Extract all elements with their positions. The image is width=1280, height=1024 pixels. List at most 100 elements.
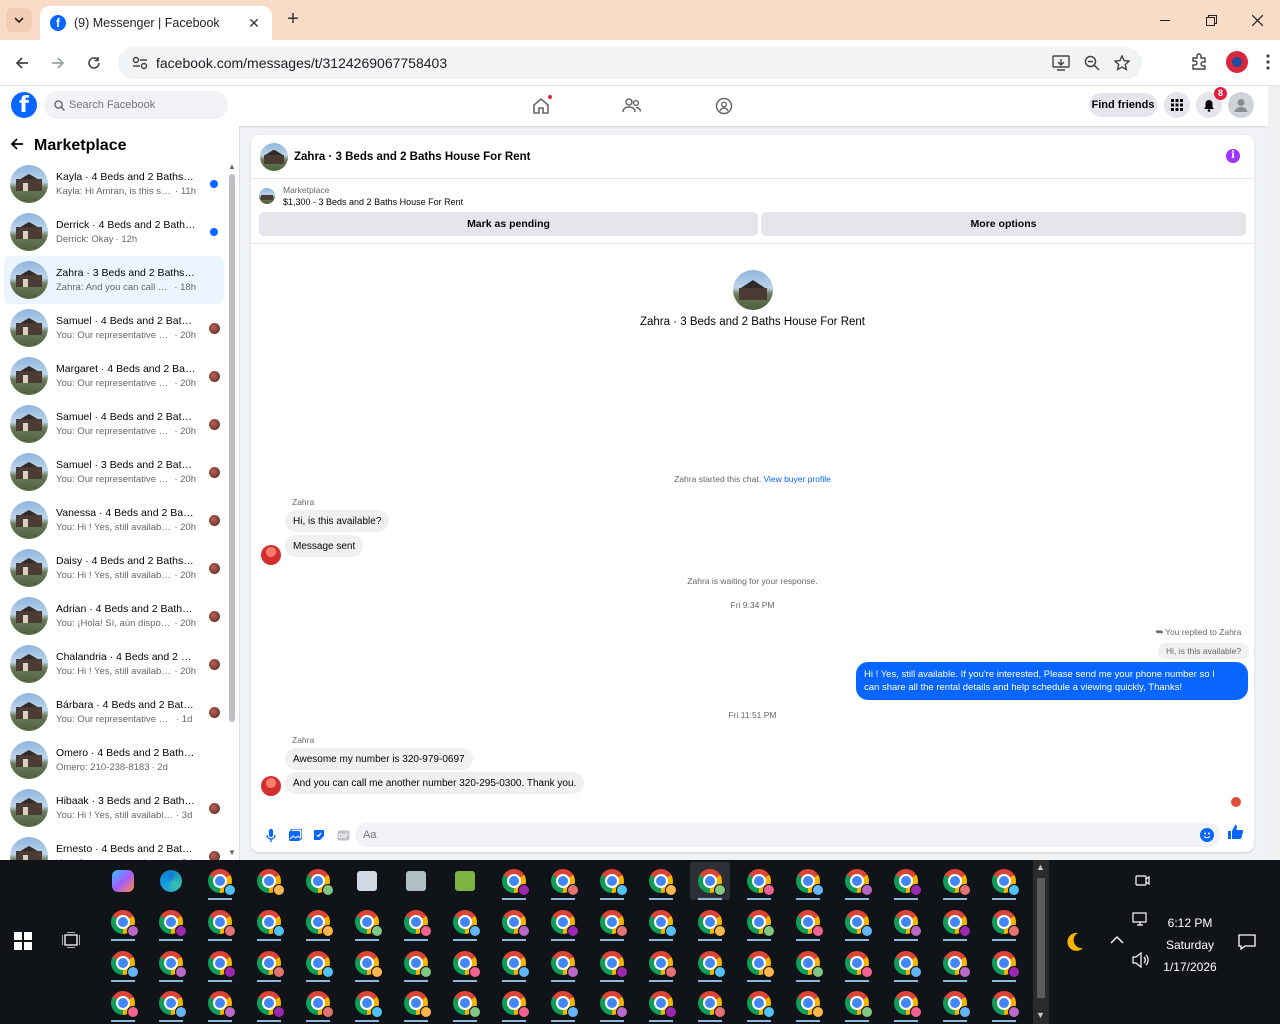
url-text[interactable]: facebook.com/messages/t/3124269067758403: [154, 55, 1052, 71]
listing-summary[interactable]: Marketplace $1,300 - 3 Beds and 2 Baths …: [259, 185, 463, 207]
chrome-profile-app-icon[interactable]: [347, 903, 387, 941]
new-tab-button[interactable]: +: [282, 8, 304, 30]
chrome-profile-app-icon[interactable]: [690, 984, 730, 1022]
network-icon[interactable]: [1132, 912, 1150, 931]
like-button[interactable]: [1228, 825, 1244, 842]
chrome-profile-app-icon[interactable]: [592, 984, 632, 1022]
chrome-profile-app-icon[interactable]: [396, 944, 436, 982]
weather-moon-icon[interactable]: [1062, 930, 1086, 957]
taskbar-scrollbar[interactable]: ▲ ▼: [1033, 860, 1049, 1024]
extensions-puzzle-icon[interactable]: [1190, 53, 1208, 71]
conversation-item[interactable]: Daisy · 4 Beds and 2 Baths H... You: Hi !…: [4, 544, 224, 592]
message-bubble[interactable]: Awesome my number is 320-979-0697: [285, 748, 473, 770]
conversation-item[interactable]: Derrick · 4 Beds and 2 Baths ... Derrick:…: [4, 208, 224, 256]
attach-media-button[interactable]: [283, 825, 307, 845]
notifications-button[interactable]: 8: [1196, 87, 1227, 118]
chrome-profile-app-icon[interactable]: [984, 903, 1024, 941]
chrome-profile-app-icon[interactable]: [200, 944, 240, 982]
conversation-item[interactable]: Bárbara · 4 Beds and 2 Baths... You: Our …: [4, 688, 224, 736]
chrome-profile-app-icon[interactable]: [494, 862, 534, 900]
chrome-profile-app-icon[interactable]: [837, 903, 877, 941]
chrome-profile-app-icon[interactable]: [690, 944, 730, 982]
chrome-profile-app-icon[interactable]: [151, 903, 191, 941]
chrome-profile-app-icon[interactable]: [543, 862, 583, 900]
chrome-profile-app-icon[interactable]: [788, 944, 828, 982]
chrome-profile-app-icon[interactable]: [151, 984, 191, 1022]
chrome-profile-app-icon[interactable]: [543, 984, 583, 1022]
conversation-item[interactable]: Adrian · 4 Beds and 2 Baths ... You: ¡Hol…: [4, 592, 224, 640]
chrome-profile-app-icon[interactable]: [347, 944, 387, 982]
address-bar[interactable]: facebook.com/messages/t/3124269067758403: [118, 47, 1142, 79]
desktop-app-icon[interactable]: [445, 862, 485, 900]
chrome-profile-app-icon[interactable]: [788, 862, 828, 900]
action-center-icon[interactable]: [1238, 934, 1256, 953]
listing-avatar[interactable]: [260, 142, 288, 171]
chrome-profile-app-icon[interactable]: [396, 984, 436, 1022]
facebook-search[interactable]: [44, 91, 228, 119]
conversation-item[interactable]: Samuel · 3 Beds and 2 Baths ... You: Our …: [4, 448, 224, 496]
chrome-profile-app-icon[interactable]: [739, 944, 779, 982]
zoom-icon[interactable]: [1084, 55, 1100, 71]
reload-button[interactable]: [82, 51, 106, 75]
chrome-profile-app-icon[interactable]: [445, 984, 485, 1022]
scroll-up-icon[interactable]: ▲: [228, 162, 236, 171]
chrome-profile-app-icon[interactable]: [298, 903, 338, 941]
chrome-profile-app-icon[interactable]: [298, 862, 338, 900]
facebook-logo-icon[interactable]: f: [11, 92, 37, 118]
chrome-profile-app-icon[interactable]: [935, 903, 975, 941]
conversation-item[interactable]: Zahra · 3 Beds and 2 Baths Hou... Zahra: …: [4, 256, 224, 304]
chrome-profile-app-icon[interactable]: [935, 862, 975, 900]
chrome-profile-app-icon[interactable]: [886, 862, 926, 900]
chrome-profile-app-icon[interactable]: [984, 944, 1024, 982]
tab-search-button[interactable]: [6, 8, 32, 32]
profile-avatar-icon[interactable]: [1226, 51, 1248, 73]
restore-button[interactable]: [1188, 0, 1234, 40]
tab-close-icon[interactable]: ✕: [246, 15, 262, 32]
conversation-item[interactable]: Samuel · 4 Beds and 2 Baths ... You: Our …: [4, 304, 224, 352]
chrome-profile-app-icon[interactable]: [984, 984, 1024, 1022]
taskbar-scroll-up-icon[interactable]: ▲: [1036, 862, 1045, 872]
find-friends-button[interactable]: Find friends: [1089, 93, 1157, 117]
chrome-profile-app-icon[interactable]: [690, 862, 730, 900]
search-input[interactable]: [69, 99, 219, 111]
chat-title[interactable]: Zahra · 3 Beds and 2 Baths House For Ren…: [294, 151, 530, 163]
message-input[interactable]: [363, 829, 1183, 841]
forward-button[interactable]: [46, 51, 70, 75]
chrome-profile-app-icon[interactable]: [886, 944, 926, 982]
chrome-profile-app-icon[interactable]: [347, 984, 387, 1022]
taskbar-scroll-down-icon[interactable]: ▼: [1036, 1010, 1045, 1020]
chrome-profile-app-icon[interactable]: [641, 984, 681, 1022]
view-buyer-profile-link[interactable]: View buyer profile: [763, 474, 830, 484]
chrome-profile-app-icon[interactable]: [445, 903, 485, 941]
chrome-profile-app-icon[interactable]: [788, 903, 828, 941]
chrome-profile-app-icon[interactable]: [984, 862, 1024, 900]
conversation-item[interactable]: Kayla · 4 Beds and 2 Baths H... Kayla: Hi…: [4, 160, 224, 208]
chrome-profile-app-icon[interactable]: [935, 984, 975, 1022]
chrome-profile-app-icon[interactable]: [788, 984, 828, 1022]
mark-as-pending-button[interactable]: Mark as pending: [259, 212, 758, 236]
friends-nav-button[interactable]: [622, 96, 642, 116]
conversation-item[interactable]: Ernesto · 4 Beds and 2 Baths ...You: Our…: [4, 832, 224, 860]
copilot-app-icon[interactable]: [103, 862, 143, 900]
close-window-button[interactable]: [1234, 0, 1280, 40]
chrome-profile-app-icon[interactable]: [592, 862, 632, 900]
show-hidden-icons-chevron-icon[interactable]: [1110, 934, 1124, 948]
edge-browser-icon[interactable]: [151, 862, 191, 900]
page-scrollbar[interactable]: [1268, 86, 1280, 860]
info-icon[interactable]: i: [1226, 149, 1240, 163]
chrome-profile-app-icon[interactable]: [445, 944, 485, 982]
message-bubble[interactable]: Hi, is this available?: [285, 510, 390, 532]
chrome-profile-app-icon[interactable]: [739, 903, 779, 941]
sidebar-scroll-thumb[interactable]: [229, 174, 235, 722]
chrome-profile-app-icon[interactable]: [641, 944, 681, 982]
sidebar-scrollbar[interactable]: ▲ ▼: [226, 162, 236, 858]
message-input-wrapper[interactable]: [355, 823, 1220, 847]
chrome-profile-app-icon[interactable]: [641, 903, 681, 941]
chrome-profile-app-icon[interactable]: [494, 903, 534, 941]
chrome-profile-app-icon[interactable]: [298, 984, 338, 1022]
more-menu-icon[interactable]: [1266, 54, 1270, 70]
start-button[interactable]: [14, 932, 32, 953]
chrome-profile-app-icon[interactable]: [739, 862, 779, 900]
sticker-button[interactable]: [307, 825, 331, 845]
site-info-icon[interactable]: [126, 56, 154, 70]
